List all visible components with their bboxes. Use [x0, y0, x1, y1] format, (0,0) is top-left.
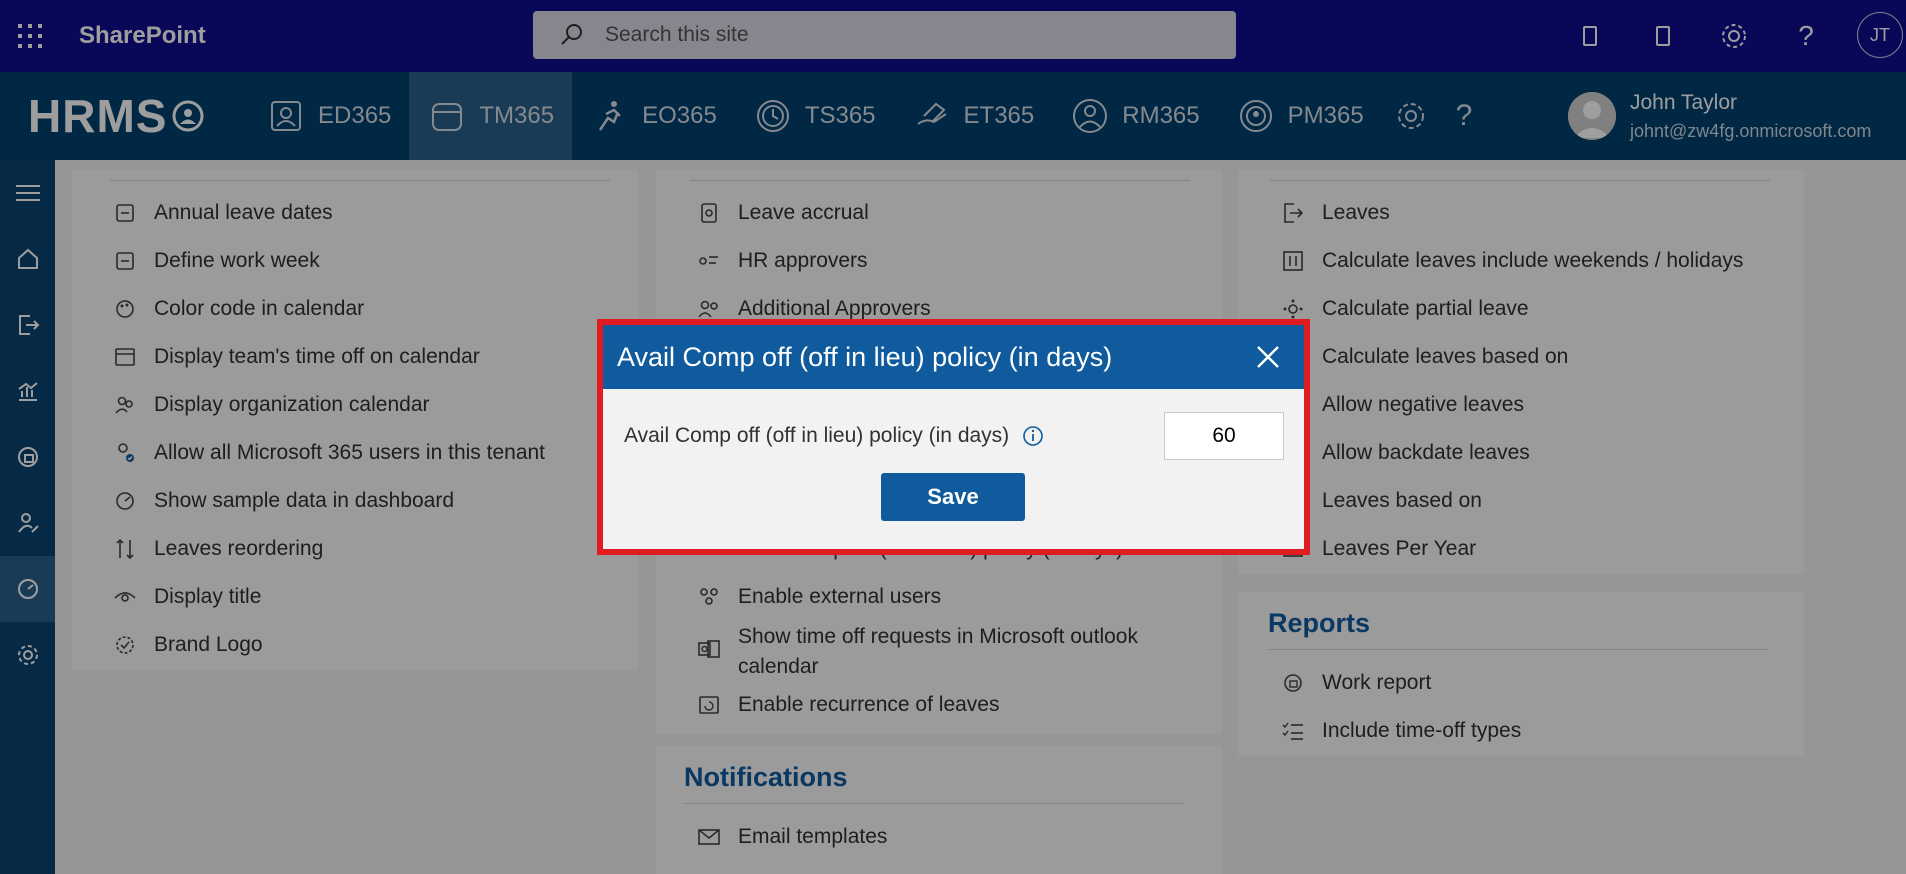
info-icon[interactable]: [1021, 424, 1045, 448]
dialog-highlight-frame: Avail Comp off (off in lieu) policy (in …: [597, 319, 1310, 555]
dialog-header: Avail Comp off (off in lieu) policy (in …: [603, 325, 1304, 389]
close-icon[interactable]: [1250, 339, 1286, 375]
comp-off-field-label: Avail Comp off (off in lieu) policy (in …: [624, 424, 1010, 447]
comp-off-days-input[interactable]: [1164, 412, 1284, 460]
save-button[interactable]: Save: [881, 473, 1025, 521]
comp-off-field-label-row: Avail Comp off (off in lieu) policy (in …: [624, 424, 1045, 448]
comp-off-policy-dialog: Avail Comp off (off in lieu) policy (in …: [603, 325, 1304, 549]
dialog-title: Avail Comp off (off in lieu) policy (in …: [617, 341, 1113, 372]
